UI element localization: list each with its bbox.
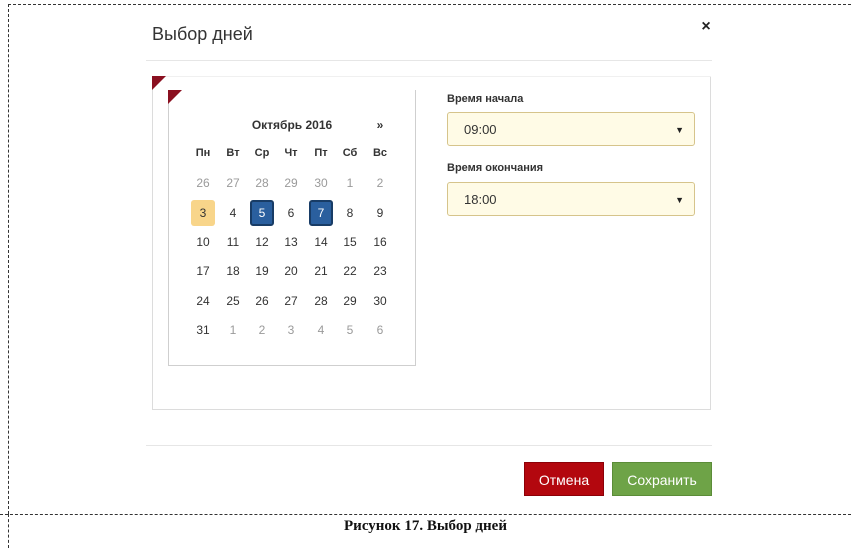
caret-down-icon: ▼ [675, 195, 684, 205]
header-divider [146, 60, 712, 61]
calendar-month-title: Октябрь 2016 [251, 118, 333, 132]
start-time-value: 09:00 [464, 122, 497, 137]
calendar-day[interactable]: 1 [221, 317, 245, 343]
calendar-day[interactable]: 11 [221, 229, 245, 255]
calendar-day[interactable]: 20 [279, 258, 303, 284]
end-time-value: 18:00 [464, 192, 497, 207]
calendar-day[interactable]: 24 [191, 288, 215, 314]
calendar-day[interactable]: 6 [368, 317, 392, 343]
end-time-select[interactable]: 18:00 ▼ [447, 182, 695, 216]
calendar-day[interactable]: 29 [338, 288, 362, 314]
calendar-day[interactable]: 3 [279, 317, 303, 343]
end-time-label: Время окончания [447, 162, 544, 174]
calendar-day[interactable]: 19 [250, 258, 274, 284]
calendar-day[interactable]: 29 [279, 170, 303, 196]
calendar-day[interactable]: 27 [221, 170, 245, 196]
footer-divider [146, 445, 712, 446]
calendar-day[interactable]: 10 [191, 229, 215, 255]
calendar-day[interactable]: 1 [338, 170, 362, 196]
calendar-day[interactable]: 22 [338, 258, 362, 284]
calendar-day[interactable]: 4 [309, 317, 333, 343]
calendar-day[interactable]: 5 [250, 200, 274, 226]
calendar-day[interactable]: 27 [279, 288, 303, 314]
calendar-day[interactable]: 15 [338, 229, 362, 255]
cancel-button[interactable]: Отмена [524, 462, 604, 496]
calendar-day[interactable]: 14 [309, 229, 333, 255]
close-icon[interactable]: × [698, 18, 714, 38]
calendar-day[interactable]: 28 [309, 288, 333, 314]
weekday-label: Пн [195, 147, 211, 159]
calendar-day[interactable]: 30 [368, 288, 392, 314]
weekday-label: Ср [254, 147, 270, 159]
calendar-day[interactable]: 12 [250, 229, 274, 255]
calendar-day[interactable]: 13 [279, 229, 303, 255]
calendar-day[interactable]: 4 [221, 200, 245, 226]
next-month-button[interactable]: » [372, 118, 388, 132]
figure-frame-bottom-line [0, 514, 851, 515]
calendar-day[interactable]: 5 [338, 317, 362, 343]
caret-down-icon: ▼ [675, 125, 684, 135]
calendar-day[interactable]: 17 [191, 258, 215, 284]
start-time-select[interactable]: 09:00 ▼ [447, 112, 695, 146]
calendar-day[interactable]: 31 [191, 317, 215, 343]
weekday-label: Вт [226, 147, 240, 159]
calendar-day[interactable]: 21 [309, 258, 333, 284]
weekday-label: Пт [314, 147, 328, 159]
figure-caption: Рисунок 17. Выбор дней [344, 518, 507, 534]
save-button[interactable]: Сохранить [612, 462, 712, 496]
calendar-day[interactable]: 30 [309, 170, 333, 196]
calendar-day[interactable]: 6 [279, 200, 303, 226]
calendar-day[interactable]: 9 [368, 200, 392, 226]
calendar-day[interactable]: 7 [309, 200, 333, 226]
calendar-day[interactable]: 23 [368, 258, 392, 284]
dialog-title: Выбор дней [152, 24, 253, 44]
calendar-day[interactable]: 26 [191, 170, 215, 196]
weekday-label: Сб [342, 147, 358, 159]
corner-flag-inner [168, 90, 182, 104]
calendar-day[interactable]: 8 [338, 200, 362, 226]
corner-flag-outer [152, 76, 166, 90]
weekday-label: Вс [372, 147, 388, 159]
start-time-label: Время начала [447, 93, 524, 105]
calendar-day[interactable]: 25 [221, 288, 245, 314]
calendar-day[interactable]: 2 [368, 170, 392, 196]
calendar-day[interactable]: 3 [191, 200, 215, 226]
calendar-day[interactable]: 28 [250, 170, 274, 196]
calendar-day[interactable]: 18 [221, 258, 245, 284]
calendar-day[interactable]: 16 [368, 229, 392, 255]
weekday-label: Чт [284, 147, 298, 159]
calendar-day[interactable]: 2 [250, 317, 274, 343]
content-panel-top-border [152, 76, 711, 77]
calendar-day[interactable]: 26 [250, 288, 274, 314]
